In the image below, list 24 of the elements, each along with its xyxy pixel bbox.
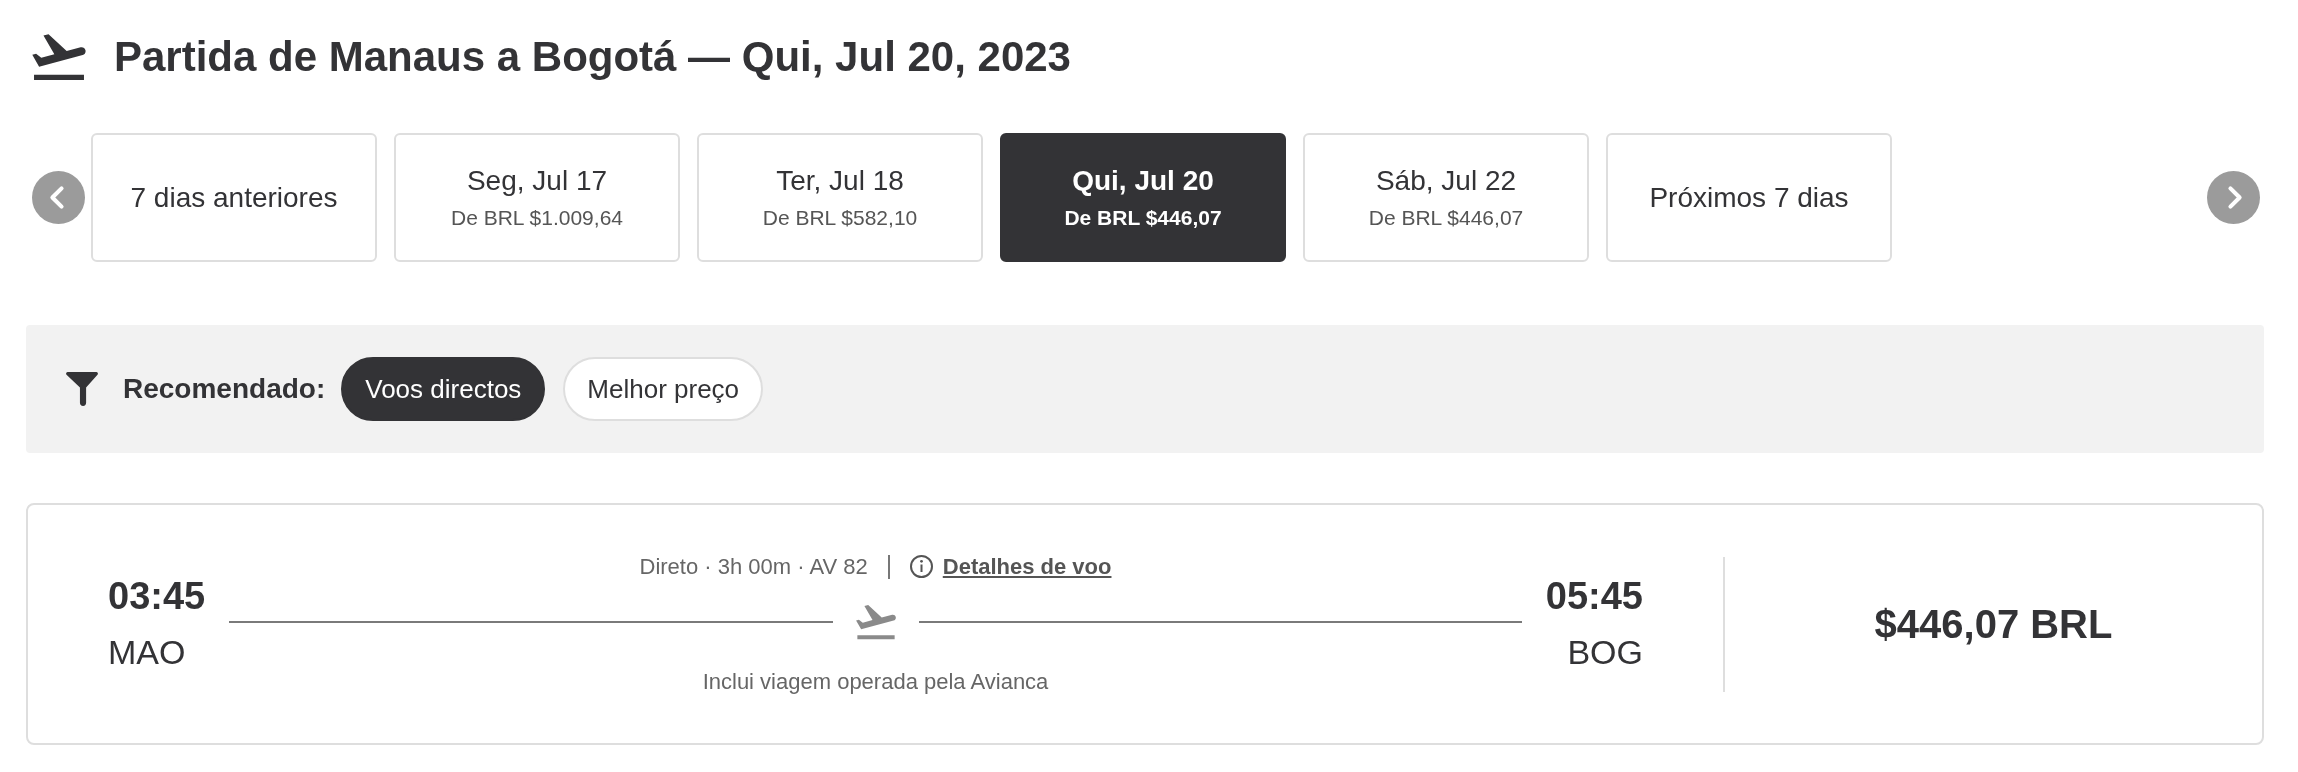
airplane-takeoff-icon <box>32 34 86 80</box>
chevron-right-icon[interactable] <box>2207 171 2260 224</box>
page-title: Partida de Manaus a Bogotá — Qui, Jul 20, 2023 <box>114 31 1071 82</box>
flight-details-link[interactable]: Detalhes de voo <box>909 551 1112 582</box>
flight-summary: Direto · 3h 00m · AV 82 <box>639 552 868 581</box>
date-tab[interactable]: Ter, Jul 18 De BRL $582,10 <box>697 133 983 262</box>
arrival-time: 05:45 <box>1545 575 1643 618</box>
date-tab[interactable]: Qui, Jul 20 De BRL $446,07 <box>1000 133 1286 262</box>
filter-chip[interactable]: Voos directos <box>341 357 546 421</box>
flight-price: $446,07 BRL <box>1874 601 2113 648</box>
airplane-takeoff-icon <box>855 603 896 640</box>
operator-note: Inclui viagem operada pela Avianca <box>702 667 1049 696</box>
departure-airport: MAO <box>108 631 186 673</box>
filter-chip[interactable]: Melhor preço <box>563 357 764 421</box>
date-tab[interactable]: Sáb, Jul 22 De BRL $446,07 <box>1303 133 1589 262</box>
info-icon <box>909 554 933 578</box>
date-tab[interactable]: Seg, Jul 17 De BRL $1.009,64 <box>394 133 680 262</box>
filter-label: Recomendado: <box>123 372 326 406</box>
filter-icon <box>66 372 98 406</box>
departure-time: 03:45 <box>108 575 206 618</box>
arrival-airport: BOG <box>1567 631 1643 673</box>
date-tab[interactable]: 7 dias anteriores <box>91 133 377 262</box>
date-tab[interactable]: Próximos 7 dias <box>1606 133 1892 262</box>
chevron-left-icon[interactable] <box>32 171 85 224</box>
